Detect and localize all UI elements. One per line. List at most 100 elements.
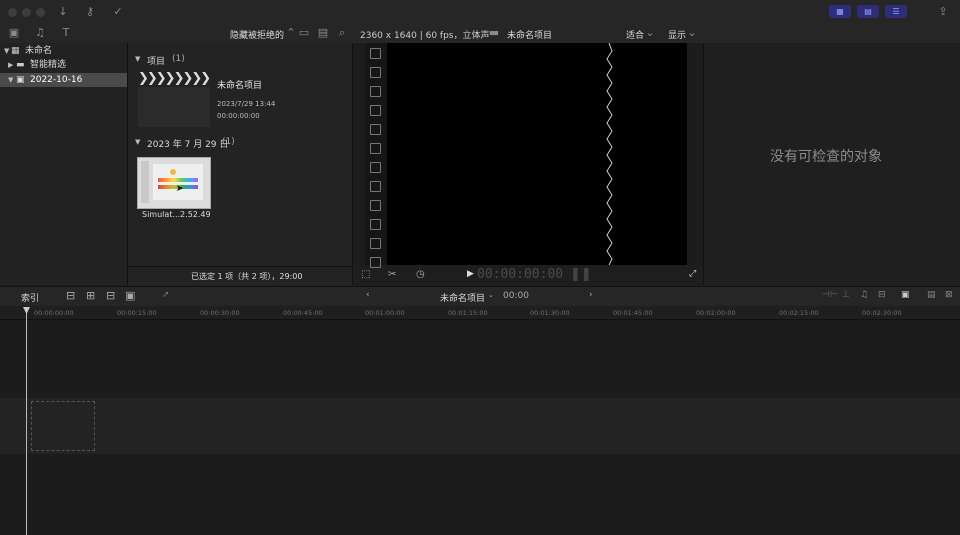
titles-generators-icon[interactable]: T (58, 26, 74, 40)
play-button[interactable]: ▶ (467, 269, 474, 279)
clip-appearance-icon[interactable]: ▭ (296, 26, 312, 40)
overwrite-clip-icon[interactable]: ▣ (125, 289, 135, 302)
sidebar-item-event[interactable]: ▼ ▣ 2022-10-16 (0, 73, 127, 87)
sidebar-item-library[interactable]: ▼ ▦ 未命名 (0, 44, 127, 58)
disclosure-open-icon[interactable]: ▼ (4, 44, 9, 58)
minimize-window-button[interactable] (22, 8, 31, 17)
inspector-layout-button[interactable]: ☰ (885, 5, 907, 18)
filmstrip-icon[interactable]: ▤ (315, 26, 331, 40)
background-tasks-icon[interactable]: ✓ (110, 5, 126, 19)
transform-icon[interactable]: ⬚ (361, 269, 370, 280)
libraries-sidebar: ▼ ▦ 未命名 ▶ ▬ 智能精选 ▼ ▣ 2022-10-16 (0, 43, 128, 285)
timecode-display[interactable]: 00:00:00:00 (477, 267, 563, 282)
thumbnail-color-swatches (158, 178, 198, 182)
timeline-toolbar: 索引 ⊟ ⊞ ⊟ ▣ ➚ ‹ 未命名项目 ⌄ 00:00 › ⊣⊢ ⊥ ♫ ⊟ … (0, 286, 960, 308)
photos-audio-icon[interactable]: ♫ (32, 26, 48, 40)
film-hole (370, 67, 381, 78)
forward-arrow-icon[interactable]: › (589, 290, 593, 300)
clip-name: Simulat...2.52.49 (142, 210, 211, 219)
ruler-tick-label: 00:01:30:00 (530, 309, 570, 317)
enhance-icon[interactable]: ✂ (388, 269, 396, 280)
viewer-canvas[interactable] (387, 43, 687, 265)
folder-icon: ▬ (16, 60, 25, 70)
browser-layout-button[interactable]: ▦ (829, 5, 851, 18)
search-icon[interactable]: ⌕ (334, 26, 350, 40)
panel-toolbar: ▣ ♫ T 隐藏被拒绝的 ⌃ ▭ ▤ ⌕ 2360 x 1640 | 60 fp… (0, 24, 960, 44)
film-hole (370, 162, 381, 173)
keyword-icon[interactable]: ⚷ (82, 5, 98, 19)
ruler-tick-label: 00:01:00:00 (365, 309, 405, 317)
film-hole (370, 48, 381, 59)
clip-appearance-icon[interactable]: ▣ (901, 290, 910, 300)
transitions-browser-icon[interactable]: ⊠ (945, 290, 953, 300)
project-name[interactable]: 未命名项目 (217, 78, 262, 91)
thumbnail-dot (170, 169, 176, 175)
project-duration: 00:00:00:00 (217, 112, 260, 120)
import-icon[interactable]: ↓ (55, 5, 71, 19)
select-tool-icon[interactable]: ➚ (162, 290, 170, 300)
viewer-controls: ⬚ ✂ ◷ ▶ 00:00:00:00 ❚❚ ⤢ (353, 265, 703, 285)
viewer-panel: ⬚ ✂ ◷ ▶ 00:00:00:00 ❚❚ ⤢ (353, 43, 704, 285)
close-window-button[interactable] (8, 8, 17, 17)
retime-icon[interactable]: ◷ (416, 269, 425, 280)
project-date: 2023/7/29 13:44 (217, 100, 276, 108)
sidebar-item-label: 未命名 (25, 46, 53, 56)
chevron-down-icon: ⌄ (687, 26, 697, 39)
disclosure-closed-icon[interactable]: ▶ (8, 58, 13, 72)
ruler-tick-label: 00:02:15:00 (779, 309, 819, 317)
cursor-icon: ➤ (176, 184, 184, 194)
sidebar-item-label: 智能精选 (30, 60, 67, 70)
section-title: 2023 年 7 月 29 日 (147, 140, 229, 150)
thumbnail-content (153, 164, 203, 200)
torn-edge-graphic (606, 43, 613, 265)
insert-clip-icon[interactable]: ⊞ (86, 289, 95, 302)
chevron-down-icon: ⌄ (645, 26, 655, 39)
film-hole (370, 200, 381, 211)
timeline-layout-button[interactable]: ▤ (857, 5, 879, 18)
chevron-down-icon[interactable]: ⌄ (488, 291, 494, 299)
index-button[interactable]: 索引 (21, 291, 39, 304)
disclosure-open-icon[interactable]: ▼ (8, 73, 13, 87)
sidebar-item-smart-collections[interactable]: ▶ ▬ 智能精选 (0, 58, 127, 72)
playhead[interactable] (26, 307, 27, 535)
ruler-tick-label: 00:01:15:00 (448, 309, 488, 317)
ruler-tick-label: 00:00:30:00 (200, 309, 240, 317)
film-hole (370, 219, 381, 230)
ruler-tick-label: 00:00:45:00 (283, 309, 323, 317)
film-hole (370, 143, 381, 154)
zoom-window-button[interactable] (36, 8, 45, 17)
fullscreen-icon[interactable]: ⤢ (689, 269, 696, 279)
libraries-icon[interactable]: ▣ (6, 26, 22, 40)
empty-storyline-placeholder[interactable] (31, 401, 95, 451)
film-hole (370, 257, 381, 268)
film-hole (370, 181, 381, 192)
film-hole (370, 86, 381, 97)
inspector-empty-message: 没有可检查的对象 (770, 149, 882, 165)
timeline-duration: 00:00 (503, 291, 529, 301)
primary-storyline[interactable] (0, 398, 960, 454)
skimming-icon[interactable]: ⊣⊢ (822, 290, 838, 300)
pause-icon: ❚❚ (570, 267, 592, 282)
project-thumbnail[interactable] (138, 87, 210, 127)
disclosure-open-icon[interactable]: ▼ (135, 138, 140, 146)
clip-thumbnail[interactable]: ➤ (137, 157, 211, 209)
share-icon[interactable]: ⇪ (935, 5, 951, 19)
solo-icon[interactable]: ⊟ (878, 290, 886, 300)
section-title: 项目 (147, 57, 166, 67)
filter-popup[interactable]: 隐藏被拒绝的 (230, 28, 284, 41)
audio-skimming-icon[interactable]: ⊥ (842, 290, 850, 300)
headphones-icon[interactable]: ♫ (860, 290, 868, 300)
selection-status: 已选定 1 项（共 2 项），29:00 (191, 272, 303, 281)
back-arrow-icon[interactable]: ‹ (366, 290, 370, 300)
viewer-project-title: 未命名项目 (507, 31, 553, 41)
film-hole (370, 238, 381, 249)
section-count: (1) (172, 54, 185, 64)
ruler-tick-label: 00:02:00:00 (696, 309, 736, 317)
append-clip-icon[interactable]: ⊟ (106, 289, 115, 302)
browser-panel: ▼ 项目 (1) ❯❯❯❯❯❯❯❯ 未命名项目 2023/7/29 13:44 … (128, 43, 353, 286)
effects-browser-icon[interactable]: ▤ (927, 290, 936, 300)
disclosure-open-icon[interactable]: ▼ (135, 55, 140, 63)
format-info: 2360 x 1640 | 60 fps，立体声 (360, 31, 490, 41)
project-clapper-icon[interactable]: ❯❯❯❯❯❯❯❯ (138, 72, 211, 85)
connect-clip-icon[interactable]: ⊟ (66, 289, 75, 302)
